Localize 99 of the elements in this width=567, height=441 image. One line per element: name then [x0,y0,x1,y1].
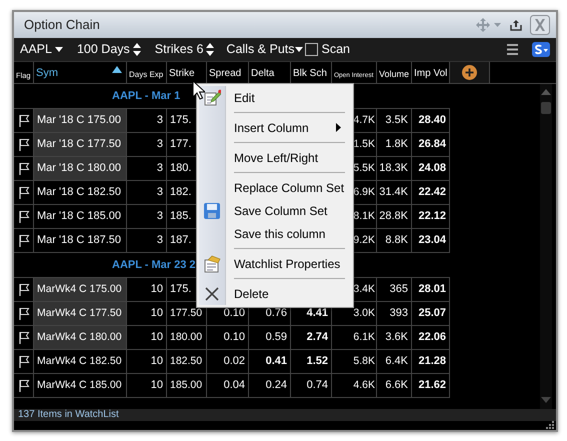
table-cell: 0.41 [249,350,291,374]
table-cell: 18.3K [377,157,412,181]
table-cell: 3.5K [377,109,412,133]
table-cell: 0.74 [291,374,332,398]
table-cell: 21.28 [412,350,450,374]
menu-icon[interactable] [507,44,518,55]
edit-icon [203,89,221,107]
flag-icon[interactable] [18,234,30,248]
table-cell: 28.8K [377,205,412,229]
table-cell: 22.12 [412,205,450,229]
table-cell: 10 [127,326,167,350]
group-header: AAPL - Mar 23 2 [112,258,196,273]
table-cell: 22.42 [412,181,450,205]
scroll-up-icon[interactable] [541,89,551,95]
pop-out-icon[interactable] [510,19,522,31]
symbol-cell: Mar '18 C 177.50 [34,133,127,157]
table-cell: 10 [127,302,167,326]
table-cell: 3 [127,181,167,205]
table-cell: 31.4K [377,181,412,205]
flag-icon[interactable] [18,162,30,176]
table-cell: 0.10 [207,326,249,350]
table-cell: 3 [127,133,167,157]
symbol-cell: MarWk4 C 175.00 [34,278,127,302]
caret-icon [54,47,63,52]
table-cell: 6.6K [377,374,412,398]
flag-icon[interactable] [18,330,30,344]
properties-icon [203,255,221,273]
symbol-dropdown[interactable]: AAPL [20,40,63,59]
flag-icon[interactable] [18,210,30,224]
sort-ascending-icon [112,66,122,73]
table-cell: 6.4K [377,350,412,374]
table-cell: 0.24 [249,374,291,398]
column-header[interactable]: Days Exp [127,62,167,83]
table-cell: 23.04 [412,229,450,253]
table-cell: 3.6K [377,326,412,350]
table-cell: 1.8K [377,133,412,157]
table-cell: 1.52 [291,350,332,374]
table-cell: 21.62 [412,374,450,398]
add-column-icon[interactable] [462,65,477,80]
symbol-cell: Mar '18 C 175.00 [34,109,127,133]
table-cell: 22.06 [412,326,450,350]
table-cell: 0.59 [249,326,291,350]
symbol-cell: MarWk4 C 185.00 [34,374,127,398]
table-cell: 8.8K [377,229,412,253]
submenu-arrow-icon [336,123,341,132]
table-cell: 4.6K [332,374,377,398]
table-cell: 3 [127,109,167,133]
table-cell: 3 [127,205,167,229]
resize-grip-icon[interactable] [546,421,555,430]
spinner-arrows-icon [206,43,214,56]
table-cell: 10 [127,350,167,374]
table-cell: 2.74 [291,326,332,350]
flag-icon[interactable] [18,114,30,128]
table-cell: 10 [127,278,167,302]
flag-icon[interactable] [18,282,30,296]
table-cell: 185.00 [167,374,207,398]
close-icon [203,285,221,303]
scrollbar-thumb[interactable] [541,102,551,114]
column-header[interactable]: Volume [377,62,412,83]
strikes-spinner[interactable]: Strikes 6 [154,40,214,59]
symbol-cell: Mar '18 C 182.50 [34,181,127,205]
table-cell: 24.08 [412,157,450,181]
table-cell: 26.84 [412,133,450,157]
table-cell: 393 [377,302,412,326]
table-cell: 28.01 [412,278,450,302]
table-cell: 3 [127,157,167,181]
flag-icon[interactable] [18,306,30,320]
caret-icon [294,47,303,52]
s-dropdown-icon[interactable] [532,42,550,57]
table-cell: 3 [127,229,167,253]
symbol-cell: Mar '18 C 187.50 [34,229,127,253]
flag-icon[interactable] [18,378,30,392]
symbol-cell: Mar '18 C 185.00 [34,205,127,229]
flag-icon[interactable] [18,138,30,152]
table-cell: 182.50 [167,350,207,374]
table-cell: 5.8K [332,350,377,374]
flag-icon[interactable] [18,354,30,368]
symbol-cell: MarWk4 C 180.00 [34,326,127,350]
scan-checkbox[interactable]: Scan [304,40,350,59]
flag-icon[interactable] [18,186,30,200]
column-header[interactable]: Sym [34,62,127,83]
window-title: Option Chain [24,16,101,34]
table-cell: 10 [127,374,167,398]
symbol-cell: MarWk4 C 177.50 [34,302,127,326]
symbol-cell: Mar '18 C 180.00 [34,157,127,181]
group-header: AAPL - Mar 1 [112,88,180,104]
spinner-arrows-icon [132,43,141,56]
table-cell: 6.1K [332,326,377,350]
table-cell: 25.07 [412,302,450,326]
table-cell: 0.04 [207,374,249,398]
symbol-cell: MarWk4 C 182.50 [34,350,127,374]
table-cell: 0.02 [207,350,249,374]
table-cell: 365 [377,278,412,302]
status-bar: 137 Items in WatchList [14,409,556,421]
table-cell: 180.00 [167,326,207,350]
days-spinner[interactable]: 100 Days [76,40,141,59]
option-type-dropdown[interactable]: Calls & Puts [226,40,303,59]
menu-item[interactable]: Watchlist Properties [197,252,353,275]
table-cell: 28.40 [412,109,450,133]
